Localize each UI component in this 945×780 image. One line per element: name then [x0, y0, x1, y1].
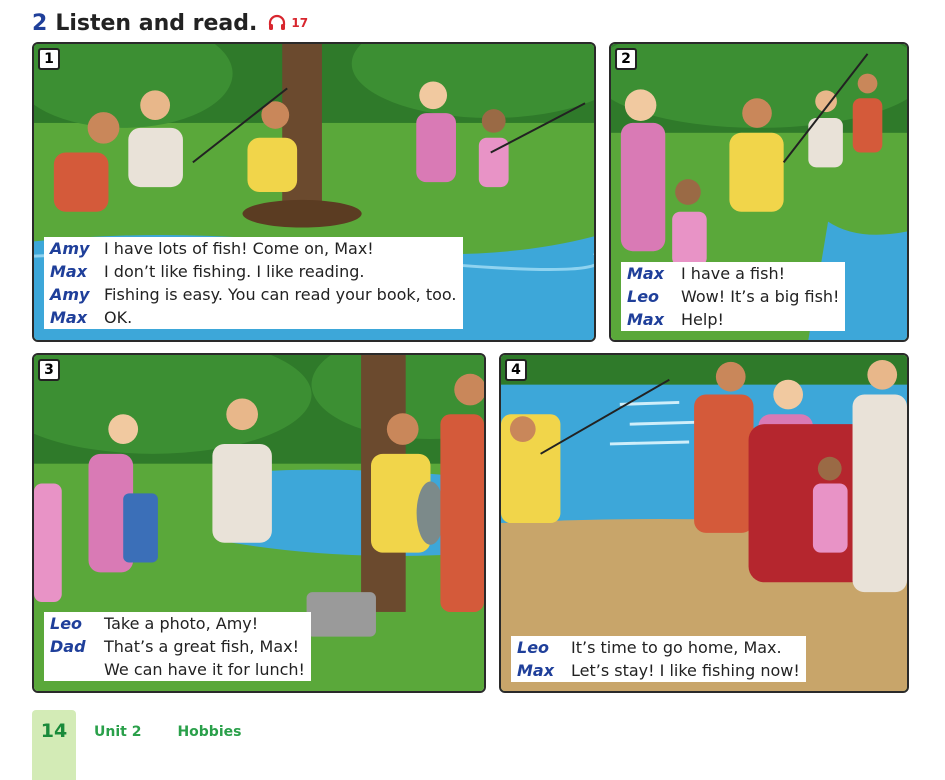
dialog-line: Max OK.: [44, 306, 463, 329]
headphones-icon: [269, 14, 286, 30]
dialog-line: Leo Wow! It’s a big fish!: [621, 285, 846, 308]
dialog-line: Leo It’s time to go home, Max.: [511, 636, 806, 659]
dialog-text: That’s a great fish, Max!: [104, 637, 299, 656]
dialog-line: Max Help!: [621, 308, 846, 331]
speaker-name: Leo: [627, 287, 660, 306]
topic-label: Hobbies: [177, 724, 242, 740]
panel-1-number: 1: [38, 48, 60, 70]
dialog-text: I don’t like fishing. I like reading.: [104, 262, 365, 281]
comic-panel-2: 2 Max I have a fish! Leo Wow! It’s a big…: [609, 42, 909, 342]
panel-1-dialog: Amy I have lots of fish! Come on, Max! M…: [44, 237, 463, 329]
dialog-line: We can have it for lunch!: [44, 658, 311, 681]
audio-track[interactable]: 17: [267, 13, 308, 33]
dialog-text: Fishing is easy. You can read your book,…: [104, 285, 457, 304]
panel-3-dialog: Leo Take a photo, Amy! Dad That’s a grea…: [44, 612, 311, 681]
exercise-number: 2: [32, 10, 48, 36]
speaker-name: Leo: [50, 614, 83, 633]
exercise-title: Listen and read.: [55, 10, 258, 36]
dialog-text: I have a fish!: [681, 264, 786, 283]
speaker-name: Max: [50, 262, 88, 281]
dialog-line: Dad That’s a great fish, Max!: [44, 635, 311, 658]
panel-2-number: 2: [615, 48, 637, 70]
dialog-line: Max I have a fish!: [621, 262, 846, 285]
speaker-name: Dad: [50, 637, 86, 656]
dialog-line: Amy Fishing is easy. You can read your b…: [44, 283, 463, 306]
speaker-name: Amy: [50, 239, 90, 258]
dialog-line: Max I don’t like fishing. I like reading…: [44, 260, 463, 283]
speaker-name: Leo: [517, 638, 550, 657]
track-number: 17: [291, 16, 309, 30]
dialog-line: Max Let’s stay! I like fishing now!: [511, 659, 806, 682]
speaker-name: Max: [627, 310, 665, 329]
dialog-line: Amy I have lots of fish! Come on, Max!: [44, 237, 463, 260]
dialog-text: We can have it for lunch!: [104, 660, 305, 679]
speaker-name: Max: [517, 661, 555, 680]
panel-3-number: 3: [38, 359, 60, 381]
panel-4-number: 4: [505, 359, 527, 381]
dialog-text: Take a photo, Amy!: [104, 614, 259, 633]
dialog-text: Help!: [681, 310, 724, 329]
unit-label: Unit 2: [94, 724, 142, 740]
panel-4-dialog: Leo It’s time to go home, Max. Max Let’s…: [511, 636, 806, 682]
page-number: 14: [32, 710, 76, 780]
dialog-text: Let’s stay! I like fishing now!: [571, 661, 800, 680]
dialog-text: It’s time to go home, Max.: [571, 638, 782, 657]
exercise-heading: 2 Listen and read. 17: [32, 8, 308, 38]
panel-2-dialog: Max I have a fish! Leo Wow! It’s a big f…: [621, 262, 846, 331]
speaker-name: Amy: [50, 285, 90, 304]
comic-panel-3: 3 Leo Take a photo, Amy! Dad That’s a gr…: [32, 353, 486, 693]
speaker-name: Max: [50, 308, 88, 327]
comic-panel-4: 4 Leo It’s time to go home, Max. Max Let…: [499, 353, 909, 693]
dialog-text: OK.: [104, 308, 133, 327]
dialog-line: Leo Take a photo, Amy!: [44, 612, 311, 635]
dialog-text: Wow! It’s a big fish!: [681, 287, 840, 306]
speaker-name: Max: [627, 264, 665, 283]
dialog-text: I have lots of fish! Come on, Max!: [104, 239, 374, 258]
page-footer: 14 Unit 2 Hobbies: [32, 710, 241, 780]
comic-panel-1: 1 Amy I have lots of fish! Come on, Max!…: [32, 42, 596, 342]
